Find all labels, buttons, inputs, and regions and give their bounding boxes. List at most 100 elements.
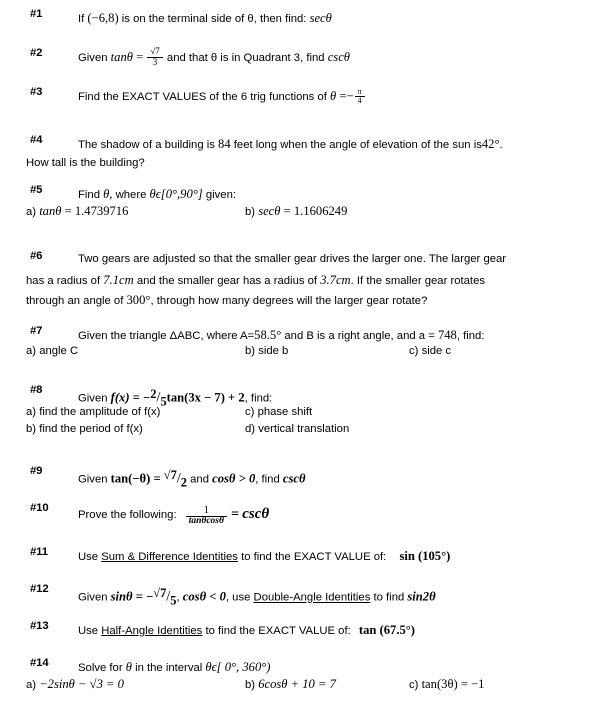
problem-12-cond: cosθ < 0 [182,589,226,604]
problem-14-part-a-label: a) [26,679,37,691]
problem-13-lead: Use [78,625,99,637]
worksheet-page: #1 If (−6,8) is on the terminal side of … [0,0,603,727]
problem-8-part-c-text: phase shift [257,406,313,418]
problem-9-fraction: √7/2 [164,465,187,493]
problem-12-lead: Given [78,591,108,604]
problem-8-part-c: c) phase shift [245,406,312,418]
problem-10-fraction: 1 tanθcosθ [185,505,227,528]
problem-8-part-b-label: b) [26,423,37,435]
problem-1-body: If (−6,8) is on the terminal side of θ, … [78,8,599,28]
problem-14-part-a-text: −2sinθ − √3 = 0 [39,677,124,691]
problem-3-var: θ [330,89,337,103]
problem-13-mid: to find the EXACT VALUE of: [205,625,351,637]
problem-12-fraction: √7/5 [153,583,176,611]
problem-8-eq: = [132,390,140,405]
problem-8-part-d-label: d) [245,423,256,435]
problem-6-large-radius: 7.1cm [103,273,134,287]
problem-13-identity: Half-Angle Identities [101,625,203,637]
problem-2-lead: Given [78,52,108,64]
problem-8-lead: Given [78,392,108,405]
problem-6-line2-a: has a radius of [26,275,101,287]
problem-6-line3: through an angle of 300°, through how ma… [26,290,427,310]
problem-14-part-c: c) tan(3θ) = −1 [409,677,484,692]
problem-4-body: The shadow of a building is 84 feet long… [78,134,597,154]
problem-5-where: where [115,189,147,201]
problem-1-answer-fn: secθ [309,11,332,25]
problem-13-body: Use Half-Angle Identities to find the EX… [78,620,599,640]
problem-12-mid: , use [225,591,251,604]
problem-7-part-b: b) side b [245,345,288,357]
problem-7-part-c-label: c) [409,345,419,357]
problem-8-part-b: b) find the period of f(x) [26,423,143,435]
problem-6-rotation: 300° [126,293,151,307]
problem-11-body: Use Sum & Difference Identities to find … [78,546,599,566]
problem-5-part-a-label: a) [26,206,37,218]
problem-5-part-b-value: 1.1606249 [293,204,348,218]
problem-5-part-a: a) tanθ = 1.4739716 [26,204,128,219]
problem-12-body: Given sinθ = −√7/5, cosθ < 0, use Double… [78,583,599,611]
problem-14-body: Solve for θ in the interval θϵ[ 0°, 360°… [78,657,599,677]
problem-6-line3-b: , through how many degrees will the larg… [150,295,428,307]
problem-1-mid: is on the terminal side of θ, then find: [121,13,307,25]
problem-5-tail: given: [205,189,237,201]
problem-8-part-a-label: a) [26,406,37,418]
problem-9-mid: and [190,473,209,486]
problem-14-number: #14 [30,657,49,669]
problem-6-line2: has a radius of 7.1cm and the smaller ge… [26,270,485,290]
problem-8-part-b-text: find the period of f(x) [39,423,143,435]
problem-12-fn: sinθ [110,589,133,604]
problem-5-var: θ, [103,187,113,201]
problem-4-shadow-length: 84 [218,137,231,151]
problem-12-eq: = [135,589,143,604]
problem-5-part-a-value: 1.4739716 [74,204,129,218]
problem-6-line2-b: and the smaller gear has a radius of [136,275,318,287]
problem-1-lead: If [78,13,85,25]
problem-9-fraction-numerator: √7 [163,468,177,482]
problem-10-rhs: cscθ [242,506,270,522]
problem-7-angle-a: 58.5° [254,328,282,342]
problem-6-line3-a: through an angle of [26,295,124,307]
problem-14-part-b-label: b) [245,679,256,691]
problem-12-identity: Double-Angle Identities [253,591,371,604]
problem-5-part-a-fn: tanθ [39,204,62,218]
problem-6-line2-c: . If the smaller gear rotates [350,275,486,287]
problem-14-part-b-text: 6cosθ + 10 = 7 [258,677,336,691]
problem-3-fraction: π4 [354,87,365,106]
problem-2-fraction-denominator: 3 [152,56,158,67]
problem-10-body: Prove the following: 1 tanθcosθ = cscθ [78,502,599,527]
problem-2-body: Given tanθ = √7 3 and that θ is in Quadra… [78,47,599,67]
problem-14-mid: in the interval [135,662,203,674]
problem-7-part-b-label: b) [245,345,256,357]
problem-5-part-b-label: b) [245,206,256,218]
problem-7-tail: , find: [456,330,485,342]
problem-8-part-a: a) find the amplitude of f(x) [26,406,160,418]
problem-7-part-a: a) angle C [26,345,78,357]
problem-5-part-b-fn: secθ [258,204,281,218]
problem-11-lead: Use [78,551,99,563]
problem-3-body: Find the EXACT VALUES of the 6 trig func… [78,86,599,106]
problem-7-part-c: c) side c [409,345,451,357]
problem-3-sign: − [346,89,354,103]
problem-12-sign: − [146,589,154,604]
problem-5-interval: θϵ[0°,90°] [149,187,203,201]
problem-11-identity: Sum & Difference Identities [101,551,238,563]
problem-7-part-a-text: angle C [39,345,79,357]
problem-11-expr: sin (105°) [399,549,451,563]
problem-6-number: #6 [30,250,43,262]
problem-12-tail: to find [373,591,405,604]
problem-4-line2: How tall is the building? [26,157,145,169]
problem-7-mid: and B is a right angle, and a = [284,330,435,342]
problem-4-line1-b: feet long when the angle of elevation of… [233,139,482,151]
problem-6-small-radius: 3.7cm [320,273,351,287]
problem-2-number: #2 [30,47,43,59]
problem-9-body: Given tan(−θ) = √7/2 and cosθ > 0, find … [78,465,599,493]
problem-14-part-a: a) −2sinθ − √3 = 0 [26,677,124,692]
problem-8-tail: , find: [244,392,273,405]
problem-14-lead: Solve for [78,662,123,674]
problem-12-comma: , [176,591,180,604]
problem-14-interval: θϵ[ 0°, 360°) [205,660,271,674]
problem-2-fraction: √7 3 [147,47,163,67]
problem-14-var: θ [125,660,132,674]
problem-8-part-c-label: c) [245,406,255,418]
problem-12-number: #12 [30,583,49,595]
